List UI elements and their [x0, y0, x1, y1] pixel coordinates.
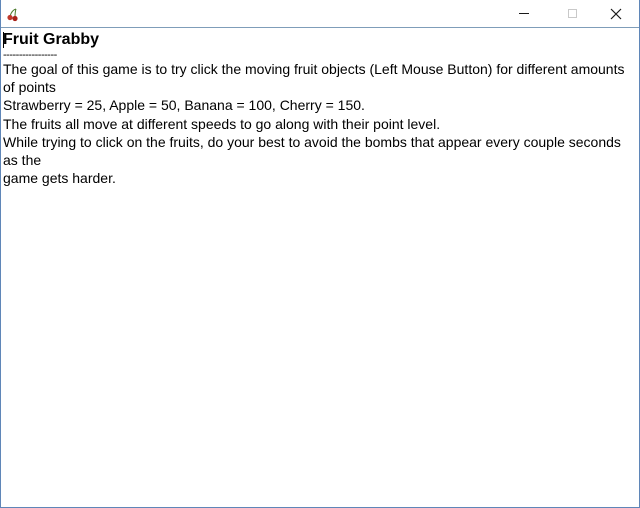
- instructions-line: The fruits all move at different speeds …: [3, 115, 441, 132]
- game-info-panel: Fruit Grabby ----------------- The goal …: [2, 28, 639, 507]
- instructions-line: Strawberry = 25, Apple = 50, Banana = 10…: [3, 97, 365, 114]
- instructions-line: game gets harder.: [3, 170, 116, 187]
- text-caret: [3, 32, 4, 48]
- maximize-button[interactable]: [549, 0, 595, 27]
- instructions-line: The goal of this game is to try click th…: [3, 61, 625, 96]
- instructions-text: The goal of this game is to try click th…: [3, 60, 631, 187]
- instructions-line: While trying to click on the fruits, do …: [3, 133, 621, 169]
- cherry-icon: [7, 8, 18, 22]
- close-icon: [610, 8, 622, 19]
- app-window: Fruit Grabby ----------------- The goal …: [0, 0, 640, 508]
- close-button[interactable]: [593, 0, 639, 27]
- maximize-icon: [567, 9, 577, 18]
- title-bar[interactable]: [1, 0, 639, 28]
- minimize-button[interactable]: [501, 0, 547, 27]
- game-title-text: Fruit Grabby: [3, 31, 100, 48]
- minimize-icon: [519, 13, 529, 14]
- title-divider: -----------------: [3, 49, 57, 61]
- game-title: Fruit Grabby: [3, 30, 639, 50]
